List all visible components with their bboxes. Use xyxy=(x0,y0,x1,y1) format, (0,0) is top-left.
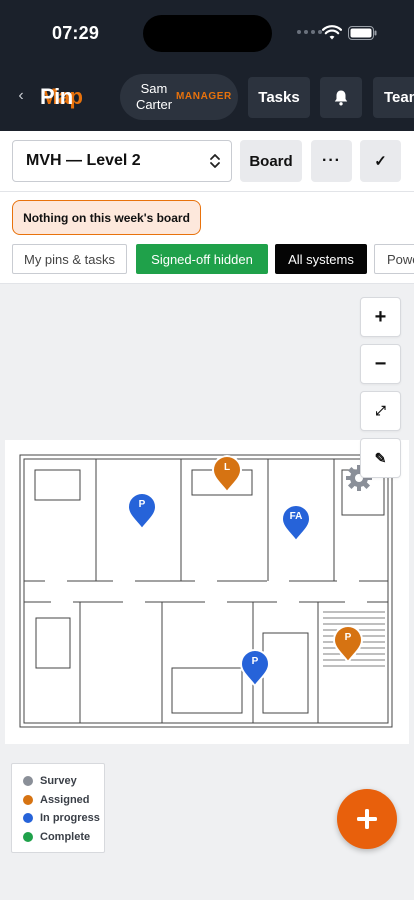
plus-icon xyxy=(357,809,377,829)
status-legend: Survey Assigned In progress Complete xyxy=(11,763,105,853)
app-logo: Pin Map xyxy=(40,84,83,109)
legend-item: Complete xyxy=(23,828,104,847)
chevron-updown-icon xyxy=(210,154,220,168)
zoom-out-button[interactable]: − xyxy=(360,344,401,384)
map-pin[interactable]: P xyxy=(239,648,271,688)
signal-icon xyxy=(297,30,322,34)
level-toolbar: MVH — Level 2 Board ··· ✓ xyxy=(0,131,414,192)
filter-power[interactable]: Power xyxy=(374,244,414,274)
user-name: Sam Carter xyxy=(135,81,173,112)
map-pin[interactable]: P xyxy=(126,491,158,531)
user-menu[interactable]: Sam Carter MANAGER xyxy=(120,74,238,120)
map-pin-label: P xyxy=(344,632,352,643)
fit-view-button[interactable]: ⤢ xyxy=(360,391,401,431)
filter-signed-off[interactable]: Signed-off hidden xyxy=(136,244,268,274)
level-select-value: MVH — Level 2 xyxy=(26,152,141,169)
dynamic-island xyxy=(143,15,272,52)
bell-icon xyxy=(334,90,348,106)
board-button[interactable]: Board xyxy=(240,140,302,182)
map-pin[interactable]: L xyxy=(211,454,243,494)
board-empty-alert: Nothing on this week's board xyxy=(12,200,201,235)
legend-item: In progress xyxy=(23,809,104,828)
filter-my-pins[interactable]: My pins & tasks xyxy=(12,244,127,274)
filter-band: Nothing on this week's board My pins & t… xyxy=(0,192,414,284)
legend-dot xyxy=(23,813,33,824)
legend-dot xyxy=(23,794,33,805)
confirm-check-button[interactable]: ✓ xyxy=(360,140,401,182)
legend-item: Assigned xyxy=(23,791,104,810)
draw-pencil-button[interactable]: ✎ xyxy=(360,438,401,478)
status-time: 07:29 xyxy=(52,23,100,43)
app-header: 07:29 ‹ Pin Map Sam Carter MANAGER Tasks … xyxy=(0,0,414,131)
map-pin-label: FA xyxy=(289,511,303,522)
map-pin[interactable]: FA xyxy=(280,503,312,543)
team-button[interactable]: Team xyxy=(373,77,414,118)
battery-icon xyxy=(348,26,377,40)
tasks-button[interactable]: Tasks xyxy=(248,77,310,118)
wifi-icon xyxy=(322,25,342,40)
legend-dot xyxy=(23,776,33,787)
user-role-badge: MANAGER xyxy=(176,91,232,102)
level-select[interactable]: MVH — Level 2 xyxy=(12,140,232,182)
legend-item: Survey xyxy=(23,772,104,791)
zoom-in-button[interactable]: + xyxy=(360,297,401,337)
filter-all-systems[interactable]: All systems xyxy=(275,244,367,274)
map-pin-label: P xyxy=(138,499,146,510)
add-pin-fab[interactable] xyxy=(337,789,397,849)
map-pin-label: L xyxy=(223,462,231,473)
back-chevron-icon[interactable]: ‹ xyxy=(13,86,29,106)
map-pin[interactable]: P xyxy=(332,624,364,664)
legend-dot xyxy=(23,831,33,842)
more-options-button[interactable]: ··· xyxy=(311,140,352,182)
notifications-button[interactable] xyxy=(320,77,362,118)
map-pin-label: P xyxy=(251,656,259,667)
